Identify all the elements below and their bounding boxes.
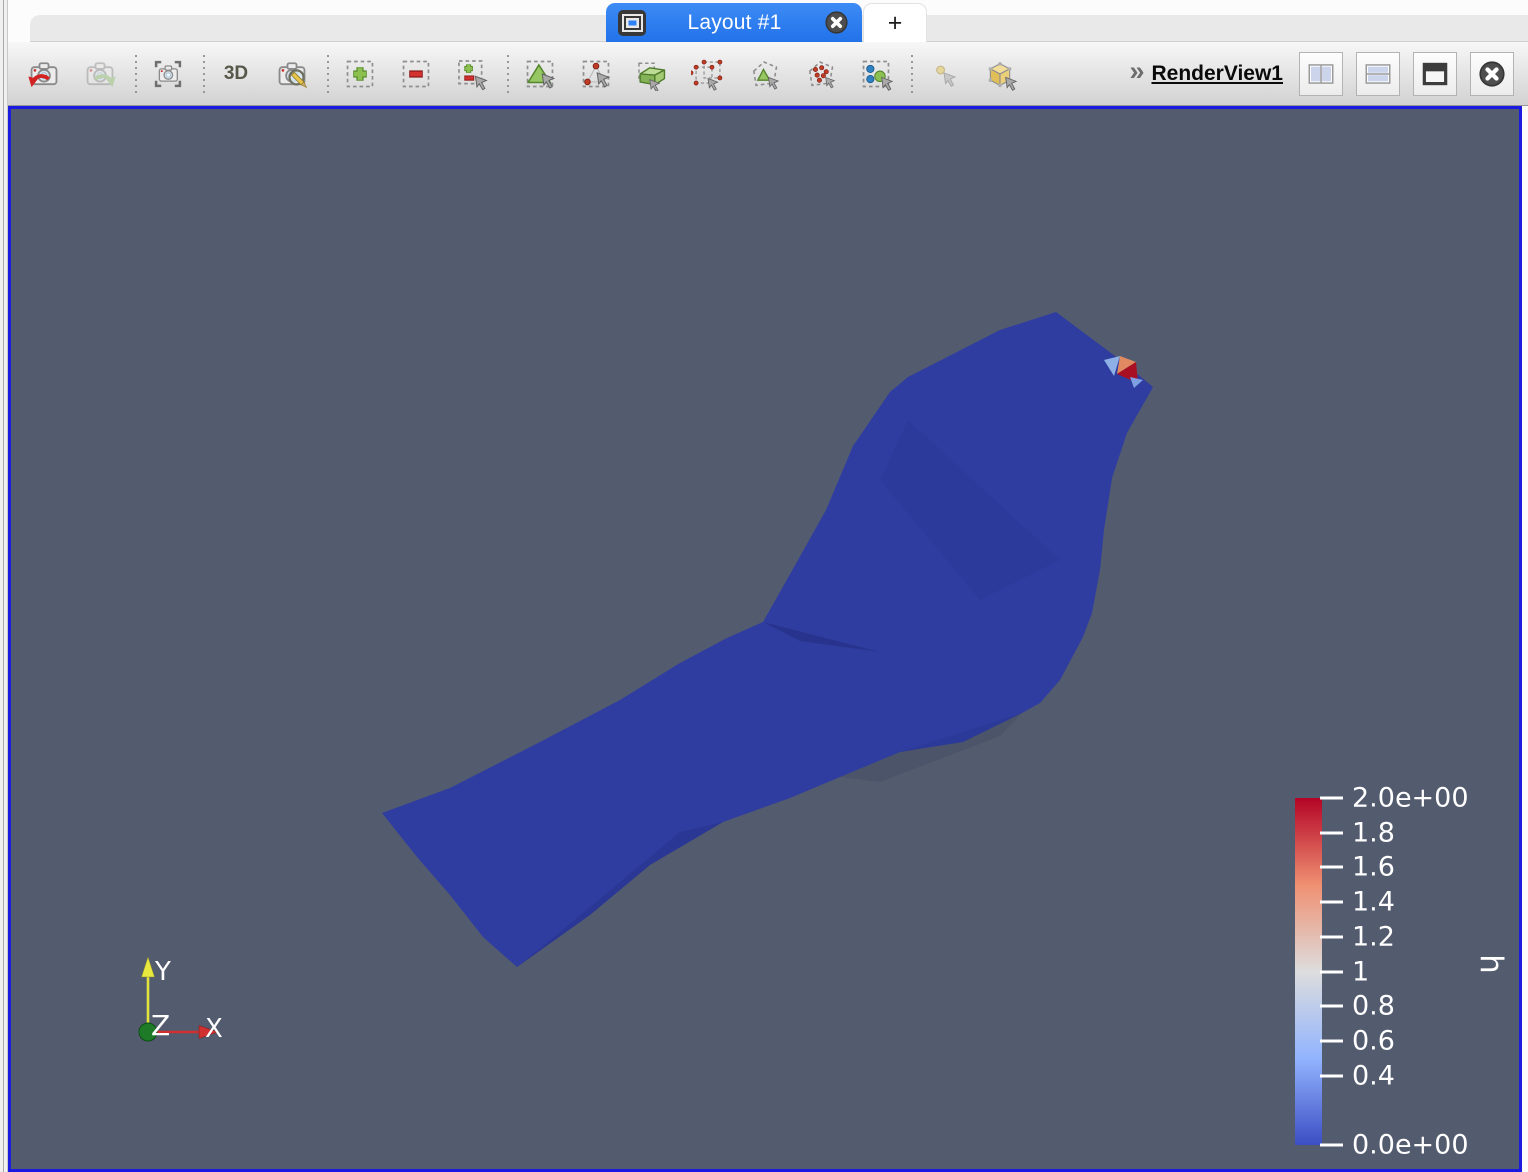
legend-tick-label: 1 [1352, 956, 1369, 987]
split-horizontal-button[interactable] [1299, 52, 1343, 96]
close-tab-icon[interactable] [823, 9, 850, 36]
toggle-2d3d-button[interactable]: 3D [214, 52, 258, 96]
legend-tick-label: 0.0e+00 [1352, 1130, 1469, 1161]
legend-tick-label: 0.4 [1352, 1060, 1395, 1091]
select-cells-on-surface-icon[interactable] [518, 52, 562, 96]
layout-window-icon [618, 10, 646, 36]
close-view-button[interactable] [1470, 52, 1514, 96]
panel-splitter[interactable] [0, 0, 8, 1172]
legend-tick-mark [1320, 1039, 1343, 1042]
legend-tick-label: 2.0e+00 [1352, 783, 1469, 814]
color-legend[interactable]: 2.0e+001.81.61.41.210.80.60.40.0e+00 h [1295, 798, 1525, 1158]
reset-camera-icon[interactable] [146, 52, 190, 96]
legend-tick: 1.2 [1320, 921, 1395, 952]
y-axis-label: Y [154, 957, 171, 987]
legend-tick-label: 0.8 [1352, 991, 1395, 1022]
legend-tick-label: 1.6 [1352, 852, 1395, 883]
mesh-surface[interactable] [382, 312, 1153, 967]
y-axis-arrow [142, 957, 155, 977]
toolbar-separator [911, 55, 913, 93]
toolbar-separator [327, 55, 329, 93]
render-view[interactable]: Y X Z 2.0e+001.8 1.6 1.41.2 1 0.80.6 0.4 0.0e+… [8, 106, 1522, 1172]
tab-label: Layout #1 [660, 11, 809, 35]
legend-tick-mark [1320, 1144, 1343, 1147]
select-points-on-surface-icon[interactable] [574, 52, 618, 96]
camera-selection-toolbar: 3D [8, 42, 1528, 106]
legend-tick-mark [1320, 831, 1343, 834]
maximize-view-button[interactable] [1413, 52, 1457, 96]
legend-tick: 1 [1320, 956, 1369, 987]
select-points-polygon-icon[interactable] [798, 52, 842, 96]
legend-tick-label: 1.2 [1352, 921, 1395, 952]
split-vertical-button[interactable] [1356, 52, 1400, 96]
new-tab-button[interactable]: + [863, 3, 927, 42]
splitter-groove [3, 0, 4, 1172]
legend-tick-label: 0.6 [1352, 1025, 1395, 1056]
legend-tick: 2.0e+00 [1320, 783, 1469, 814]
legend-tick-label: 1.8 [1352, 817, 1395, 848]
legend-tick-mark [1320, 1005, 1343, 1008]
tab-layout-1[interactable]: Layout #1 [606, 3, 862, 42]
legend-tick: 0.0e+00 [1320, 1130, 1469, 1161]
zoom-to-data-icon[interactable] [270, 52, 314, 96]
camera-redo-icon[interactable] [78, 52, 122, 96]
legend-tick-mark [1320, 970, 1343, 973]
legend-title: h [1473, 954, 1509, 974]
toolbar-separator [135, 55, 137, 93]
color-legend-bar [1295, 798, 1322, 1145]
legend-tick: 1.8 [1320, 817, 1395, 848]
scene-3d[interactable]: Y X Z [11, 109, 1519, 1169]
layout-tab-bar: Layout #1 + [8, 0, 1528, 42]
legend-tick: 1.4 [1320, 887, 1395, 918]
toolbar-separator [203, 55, 205, 93]
select-block-icon[interactable] [854, 52, 898, 96]
toolbar-separator [507, 55, 509, 93]
select-cells-polygon-icon[interactable] [742, 52, 786, 96]
legend-tick-mark [1320, 935, 1343, 938]
toolbar-overflow-chevron[interactable]: » [1129, 56, 1141, 91]
legend-tick-mark [1320, 797, 1343, 800]
z-axis-label: Z [151, 1009, 170, 1042]
interactive-select-points-icon[interactable] [922, 52, 966, 96]
legend-tick-mark [1320, 901, 1343, 904]
legend-tick: 0.8 [1320, 991, 1395, 1022]
camera-undo-icon[interactable] [22, 52, 66, 96]
legend-tick-label: 1.4 [1352, 887, 1395, 918]
hover-cells-icon[interactable] [978, 52, 1022, 96]
selection-subtract-icon[interactable] [394, 52, 438, 96]
legend-tick: 0.4 [1320, 1060, 1395, 1091]
legend-tick: 0.6 [1320, 1025, 1395, 1056]
select-cells-through-icon[interactable] [630, 52, 674, 96]
legend-tick-mark [1320, 866, 1343, 869]
legend-tick-mark [1320, 1074, 1343, 1077]
legend-tick: 1.6 [1320, 852, 1395, 883]
x-axis-label: X [205, 1014, 223, 1044]
selection-add-icon[interactable] [338, 52, 382, 96]
select-points-through-icon[interactable] [686, 52, 730, 96]
selection-toggle-icon[interactable] [450, 52, 494, 96]
orientation-axes: Y X Z [139, 957, 223, 1044]
render-view-title[interactable]: RenderView1 [1151, 62, 1283, 86]
